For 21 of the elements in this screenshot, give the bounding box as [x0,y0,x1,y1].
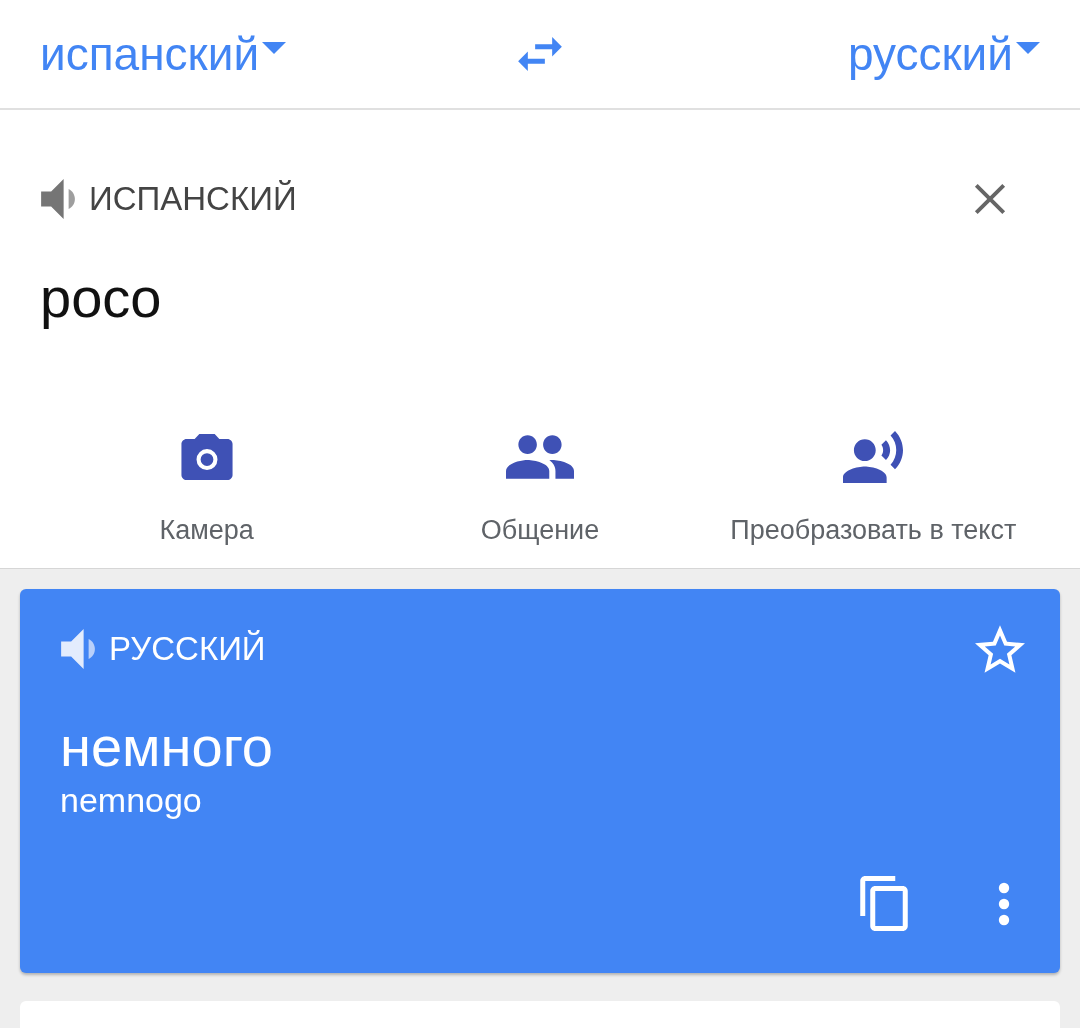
target-language-label: РУССКИЙ [109,630,266,668]
action-button[interactable]: Общение [476,430,604,568]
target-language-button[interactable]: русский [847,27,1040,81]
action-button[interactable]: Преобразовать в текст [726,430,1021,568]
speaking-person-icon [843,431,904,483]
transliteration-text: nemnogo [60,781,202,819]
copy-icon [860,876,908,931]
action-button[interactable]: Камера [155,430,258,568]
more-vertical-icon [998,881,1010,926]
people-icon [506,435,574,479]
speaker-icon [40,179,76,219]
source-language-label: ИСПАНСКИЙ [89,180,297,218]
camera-icon [180,434,233,480]
speaker-icon [60,629,96,669]
close-icon [974,183,1006,215]
source-language-button[interactable]: испанский [40,27,287,81]
swap-arrows-icon [518,37,562,71]
caret-down-icon [262,42,287,54]
translation-text: немного [60,717,273,777]
caret-down-icon [1016,42,1040,54]
source-text-field[interactable]: poco [40,266,162,330]
